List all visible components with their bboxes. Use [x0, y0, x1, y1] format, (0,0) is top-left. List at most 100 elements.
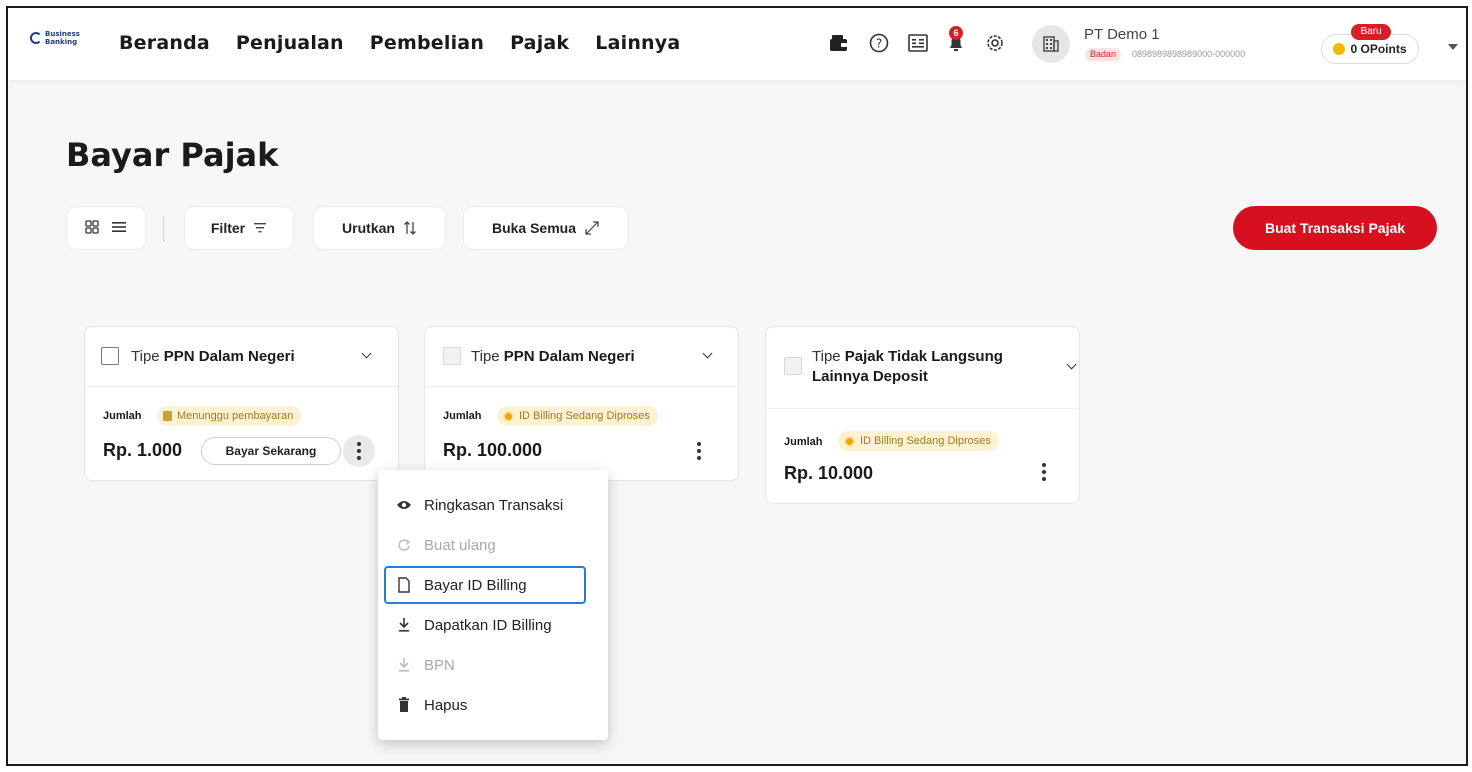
- notification-count-badge: 6: [949, 26, 963, 40]
- gear-icon[interactable]: [984, 32, 1006, 54]
- coin-icon: [1333, 43, 1346, 55]
- wallet-icon[interactable]: [828, 32, 850, 54]
- pay-now-button[interactable]: Bayar Sekarang: [201, 437, 341, 465]
- menu-item-bpn[interactable]: BPN: [386, 648, 584, 682]
- filter-icon: [254, 223, 267, 233]
- more-options-icon[interactable]: [343, 435, 375, 467]
- card-type-name: PPN Dalam Negeri: [503, 348, 635, 365]
- card-type-name-line2: Lainnya Deposit: [812, 368, 928, 385]
- tax-card-2: Tipe PPN Dalam Negeri Jumlah ID Billing …: [424, 326, 739, 481]
- card-context-menu: Ringkasan Transaksi Buat ulang Bayar ID …: [378, 470, 608, 740]
- status-text: Menunggu pembayaran: [177, 410, 294, 422]
- filter-label: Filter: [210, 220, 246, 236]
- view-toggle: [66, 206, 146, 250]
- amount-value: Rp. 1.000: [103, 440, 183, 460]
- expand-icon: [585, 221, 599, 235]
- main-nav: Beranda Penjualan Pembelian Pajak Lainny…: [119, 32, 680, 54]
- menu-item-recreate[interactable]: Buat ulang: [386, 528, 584, 562]
- notification-icon[interactable]: 6: [945, 26, 967, 54]
- status-text: ID Billing Sedang Diproses: [860, 435, 991, 447]
- amount-label: Jumlah: [784, 436, 823, 448]
- clock-status-icon: [844, 435, 855, 447]
- logo-mark-icon: [30, 32, 42, 44]
- card-type-title: Tipe PPN Dalam Negeri: [471, 348, 635, 365]
- help-icon[interactable]: ?: [868, 32, 890, 54]
- download-icon: [396, 657, 412, 673]
- tax-card-3: Tipe Pajak Tidak Langsung Lainnya Deposi…: [765, 326, 1080, 504]
- card-header: Tipe PPN Dalam Negeri: [425, 327, 738, 387]
- clock-status-icon: [503, 410, 514, 422]
- card-checkbox[interactable]: [784, 357, 802, 375]
- trash-icon: [396, 697, 412, 713]
- menu-item-get-billing-id[interactable]: Dapatkan ID Billing: [386, 608, 584, 642]
- grid-view-icon[interactable]: [85, 219, 99, 237]
- card-type-prefix: Tipe: [131, 348, 164, 365]
- card-type-prefix: Tipe: [812, 348, 845, 365]
- amount-label: Jumlah: [443, 410, 482, 422]
- document-status-icon: [163, 411, 172, 421]
- card-type-name: PPN Dalam Negeri: [163, 348, 295, 365]
- more-options-icon[interactable]: [1028, 456, 1060, 488]
- card-checkbox[interactable]: [443, 347, 461, 365]
- points-label: 0 OPoints: [1350, 42, 1407, 56]
- amount-value: Rp. 100.000: [443, 440, 543, 460]
- status-badge: Menunggu pembayaran: [157, 406, 302, 426]
- menu-item-label: Dapatkan ID Billing: [424, 616, 552, 634]
- page-title: Bayar Pajak: [66, 136, 279, 174]
- menu-item-transaction-summary[interactable]: Ringkasan Transaksi: [386, 488, 584, 522]
- app-window: Business Banking Beranda Penjualan Pembe…: [6, 6, 1468, 766]
- business-banking-logo[interactable]: Business Banking: [30, 30, 80, 46]
- create-tax-transaction-button[interactable]: Buat Transaksi Pajak: [1233, 206, 1437, 250]
- nav-item-penjualan[interactable]: Penjualan: [236, 32, 344, 54]
- sort-label: Urutkan: [342, 220, 395, 236]
- chevron-down-icon[interactable]: [1066, 359, 1077, 370]
- card-type-title: Tipe PPN Dalam Negeri: [131, 348, 295, 365]
- list-view-icon[interactable]: [111, 220, 127, 236]
- menu-item-label: Buat ulang: [424, 536, 496, 554]
- menu-item-label: Ringkasan Transaksi: [424, 496, 564, 514]
- expand-all-button[interactable]: Buka Semua: [463, 206, 629, 250]
- nav-item-lainnya[interactable]: Lainnya: [595, 32, 680, 54]
- status-badge: ID Billing Sedang Diproses: [838, 431, 999, 451]
- nav-item-pajak[interactable]: Pajak: [510, 32, 569, 54]
- toolbar-divider: [163, 216, 164, 242]
- menu-item-pay-billing-id[interactable]: Bayar ID Billing: [384, 566, 586, 604]
- refresh-icon: [396, 538, 412, 552]
- card-type-prefix: Tipe: [471, 348, 504, 365]
- sort-icon: [403, 221, 416, 235]
- card-type-title: Tipe Pajak Tidak Langsung Lainnya Deposi…: [812, 347, 1003, 387]
- expand-all-label: Buka Semua: [491, 220, 577, 236]
- nav-item-pembelian[interactable]: Pembelian: [370, 32, 484, 54]
- company-type-badge: Badan: [1085, 48, 1122, 61]
- new-badge: Baru: [1351, 24, 1391, 40]
- nav-item-beranda[interactable]: Beranda: [119, 32, 210, 54]
- status-text: ID Billing Sedang Diproses: [519, 410, 650, 422]
- menu-item-delete[interactable]: Hapus: [386, 688, 584, 722]
- card-header: Tipe PPN Dalam Negeri: [85, 327, 398, 387]
- company-name: PT Demo 1: [1084, 26, 1160, 43]
- card-header: Tipe Pajak Tidak Langsung Lainnya Deposi…: [766, 327, 1079, 409]
- status-badge: ID Billing Sedang Diproses: [497, 406, 658, 426]
- sort-button[interactable]: Urutkan: [313, 206, 446, 250]
- company-npwp: 0898989898989000-000000: [1132, 49, 1246, 59]
- chevron-down-icon[interactable]: [361, 348, 372, 359]
- card-checkbox[interactable]: [101, 347, 119, 365]
- eye-icon: [396, 499, 412, 511]
- chevron-down-icon[interactable]: [702, 348, 713, 359]
- menu-item-label: BPN: [424, 656, 455, 674]
- filter-button[interactable]: Filter: [184, 206, 294, 250]
- account-menu-caret-icon[interactable]: [1448, 44, 1458, 50]
- company-avatar[interactable]: [1032, 25, 1070, 63]
- report-icon[interactable]: [907, 32, 929, 54]
- more-options-icon[interactable]: [683, 435, 715, 467]
- logo-text-line1: Business: [45, 30, 80, 38]
- logo-text-line2: Banking: [45, 38, 78, 46]
- card-type-name-line1: Pajak Tidak Langsung: [844, 348, 1003, 365]
- amount-label: Jumlah: [103, 410, 142, 422]
- download-icon: [396, 617, 412, 633]
- amount-value: Rp. 10.000: [784, 463, 874, 483]
- top-navigation-bar: Business Banking Beranda Penjualan Pembe…: [8, 8, 1466, 80]
- menu-item-label: Hapus: [424, 696, 468, 714]
- building-icon: [1043, 36, 1059, 52]
- svg-text:?: ?: [876, 37, 882, 51]
